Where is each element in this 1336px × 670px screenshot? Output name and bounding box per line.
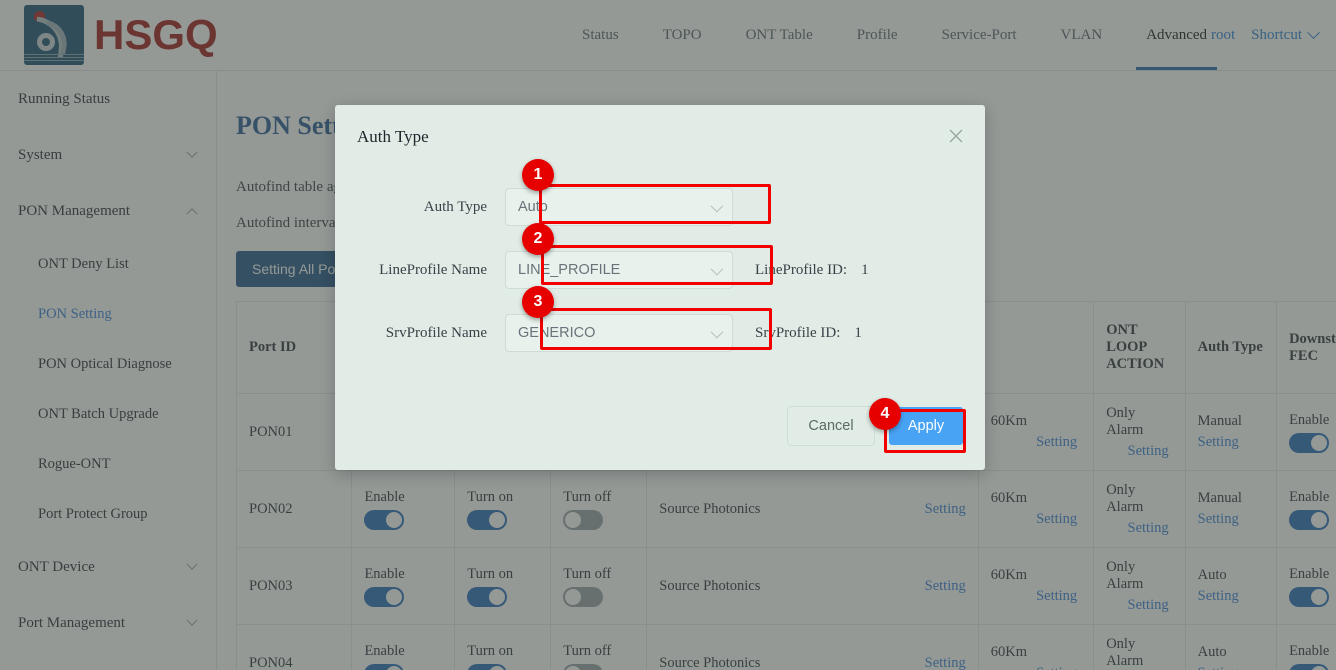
- select-value: Auto: [518, 199, 548, 215]
- srvprofile-name-select[interactable]: GENERICO: [505, 314, 733, 352]
- annotation-badge-4: 4: [869, 398, 901, 430]
- dialog-title: Auth Type: [357, 127, 429, 147]
- chevron-down-icon: [711, 262, 724, 275]
- annotation-badge-2: 2: [522, 223, 554, 255]
- field-lineprofile-name: LineProfile Name LINE_PROFILE LineProfil…: [335, 251, 985, 289]
- app-root: HSGQ Status TOPO ONT Table Profile Servi…: [0, 0, 1336, 670]
- select-value: LINE_PROFILE: [518, 262, 620, 278]
- field-label: Auth Type: [335, 199, 505, 216]
- select-value: GENERICO: [518, 325, 595, 341]
- lineprofile-id-value: 1: [861, 262, 869, 279]
- srvprofile-id-info: SrvProfile ID: 1: [755, 325, 862, 342]
- close-icon[interactable]: [945, 125, 967, 147]
- auth-type-select[interactable]: Auto: [505, 188, 733, 226]
- field-srvprofile-name: SrvProfile Name GENERICO SrvProfile ID: …: [335, 314, 985, 352]
- lineprofile-id-label: LineProfile ID:: [755, 262, 847, 279]
- field-label: LineProfile Name: [335, 262, 505, 279]
- cancel-button[interactable]: Cancel: [787, 406, 875, 446]
- lineprofile-id-info: LineProfile ID: 1: [755, 262, 869, 279]
- annotation-badge-1: 1: [522, 159, 554, 191]
- srvprofile-id-label: SrvProfile ID:: [755, 325, 840, 342]
- annotation-badge-3: 3: [522, 286, 554, 318]
- chevron-down-icon: [711, 325, 724, 338]
- field-label: SrvProfile Name: [335, 325, 505, 342]
- chevron-down-icon: [711, 199, 724, 212]
- field-auth-type: Auth Type Auto: [335, 188, 985, 226]
- lineprofile-name-select[interactable]: LINE_PROFILE: [505, 251, 733, 289]
- srvprofile-id-value: 1: [854, 325, 862, 342]
